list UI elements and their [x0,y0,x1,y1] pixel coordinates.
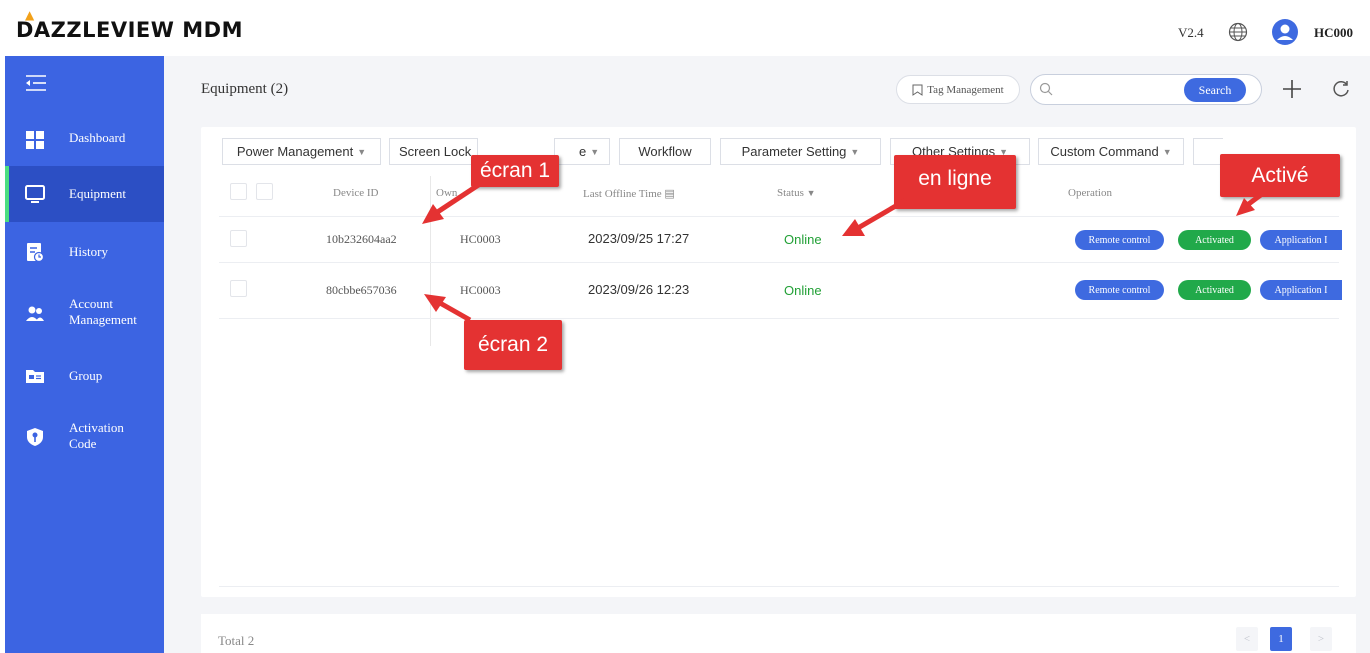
toolbar-label: Power Management [236,144,354,159]
callout-online: en ligne [894,155,1016,209]
tag-management-button[interactable]: Tag Management [896,75,1020,104]
globe-icon[interactable] [1228,22,1248,42]
remote-control-button[interactable]: Remote control [1075,280,1164,300]
chevron-down-icon: ▼ [850,146,860,157]
toolbar-dropdown-partial[interactable]: e ▼ [554,138,610,165]
toolbar-label: Workflow [638,144,692,159]
status-cell: Online [784,283,822,298]
tag-management-label: Tag Management [927,83,1004,96]
prev-page-button[interactable]: < [1236,627,1258,651]
chevron-down-icon: ▼ [806,188,816,198]
chevron-down-icon: ▼ [357,146,367,157]
screen-lock-dropdown[interactable]: Screen Lock [389,138,478,165]
column-divider [430,176,431,346]
collapse-menu-icon[interactable] [25,74,47,92]
row-divider [219,318,1339,319]
row-checkbox[interactable] [230,280,247,297]
sidebar-item-history[interactable]: History [5,224,164,280]
sidebar-item-label: Account Management [69,296,137,327]
sidebar-item-label: Equipment [69,186,127,201]
page-title: Equipment (2) [201,81,289,97]
last-offline-cell: 2023/09/25 17:27 [588,231,690,246]
callout-screen-1: écran 1 [471,155,559,187]
row-divider [219,262,1339,263]
column-header-status[interactable]: Status ▼ [777,187,816,199]
sidebar-item-group[interactable]: Group [5,348,164,404]
select-all-checkbox[interactable] [230,183,247,200]
activated-badge[interactable]: Activated [1178,230,1251,250]
active-indicator [5,166,9,222]
sidebar-item-label: History [69,244,108,259]
remote-control-button[interactable]: Remote control [1075,230,1164,250]
column-header-device-id[interactable]: Device ID [333,187,379,199]
folder-icon [26,370,44,383]
column-header-owner[interactable]: Own [436,187,457,199]
monitor-icon [25,185,45,203]
owner-cell: HC0003 [460,232,501,246]
chevron-down-icon: ▼ [1162,146,1172,157]
sidebar-item-label: Group [69,368,103,383]
search-icon [1039,82,1053,96]
toolbar-label: Screen Lock [399,144,472,159]
column-header-last-offline-time[interactable]: Last Offline Time ▤ [583,187,675,200]
user-avatar[interactable] [1272,19,1298,45]
sidebar-item-equipment[interactable]: Equipment [5,166,164,222]
users-icon [26,306,44,321]
callout-activated: Activé [1220,154,1340,197]
sidebar-item-activation-code[interactable]: Activation Code [5,412,164,468]
add-device-icon[interactable] [1281,78,1303,100]
sidebar-item-dashboard[interactable]: Dashboard [5,112,164,168]
user-icon [1277,24,1293,40]
total-count: Total 2 [218,633,255,648]
sidebar: Dashboard Equipment History Account Mana… [5,56,164,653]
row-checkbox[interactable] [230,230,247,247]
parameter-setting-dropdown[interactable]: Parameter Setting ▼ [720,138,881,165]
callout-screen-2: écran 2 [464,320,562,370]
key-shield-icon [27,428,43,446]
refresh-icon[interactable] [1332,80,1350,98]
power-management-dropdown[interactable]: Power Management ▼ [222,138,381,165]
user-name[interactable]: HC000 [1314,25,1353,41]
application-button[interactable]: Application I [1260,230,1342,250]
app-logo: ▲ DAZZLEVIEW MDM [16,8,243,42]
header-checkbox[interactable] [256,183,273,200]
logo-accent-icon: ▲ [25,8,35,22]
column-header-operation: Operation [1068,187,1112,199]
pagination-bar [201,614,1356,653]
top-bar: ▲ DAZZLEVIEW MDM V2.4 HC000 [0,0,1370,56]
custom-command-dropdown[interactable]: Custom Command ▼ [1038,138,1184,165]
table-bottom-border [219,586,1339,587]
history-icon [27,243,45,262]
toolbar-label: Custom Command [1050,144,1159,159]
dashboard-icon [26,131,44,149]
page-1-button[interactable]: 1 [1270,627,1292,651]
status-cell: Online [784,232,822,247]
device-id-cell[interactable]: 80cbbe657036 [326,283,397,298]
bookmark-icon [912,84,923,96]
toolbar-label: e [579,144,587,159]
calendar-icon[interactable]: ▤ [664,188,674,200]
owner-cell: HC0003 [460,283,501,297]
application-button[interactable]: Application I [1260,280,1342,300]
sidebar-item-label: Dashboard [69,130,126,145]
workflow-button[interactable]: Workflow [619,138,711,165]
activated-badge[interactable]: Activated [1178,280,1251,300]
search-button[interactable]: Search [1184,78,1246,102]
device-id-cell[interactable]: 10b232604aa2 [326,232,397,247]
next-page-button[interactable]: > [1310,627,1332,651]
sidebar-item-account-management[interactable]: Account Management [5,286,164,342]
last-offline-cell: 2023/09/26 12:23 [588,282,690,297]
column-header-label: Status [777,187,804,199]
row-divider [219,216,1339,217]
toolbar-more-button[interactable] [1193,138,1223,165]
toolbar-label: Parameter Setting [741,144,847,159]
column-header-label: Last Offline Time [583,188,662,200]
search-input[interactable] [1059,81,1179,95]
sidebar-item-label: Activation Code [69,420,124,451]
chevron-down-icon: ▼ [590,146,600,157]
logo-text: DAZZLEVIEW MDM [16,18,243,42]
version-label: V2.4 [1178,25,1204,40]
